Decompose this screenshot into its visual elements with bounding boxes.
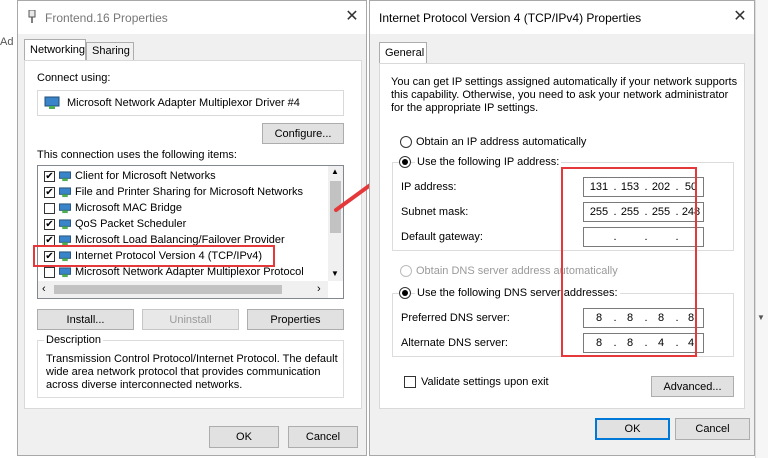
connection-properties-dialog: Frontend.16 Properties ✕ Networking Shar… [17, 0, 367, 456]
list-horizontal-scrollbar[interactable]: ‹ › [38, 281, 328, 298]
right-titlebar: Internet Protocol Version 4 (TCP/IPv4) P… [370, 1, 754, 34]
item-checkbox[interactable]: ✔ [44, 171, 55, 182]
items-label: This connection uses the following items… [37, 149, 237, 161]
list-item[interactable]: ✔ File and Printer Sharing for Microsoft … [42, 185, 326, 201]
left-titlebar: Frontend.16 Properties ✕ [18, 1, 366, 34]
background-window-fragment: Ad [0, 36, 14, 48]
networking-panel: Connect using: Microsoft Network Adapter… [24, 60, 362, 409]
list-item[interactable]: Microsoft Network Adapter Multiplexor Pr… [42, 265, 326, 281]
validate-checkbox[interactable] [404, 376, 416, 388]
background-window-strip [755, 0, 768, 458]
item-checkbox[interactable] [44, 203, 55, 214]
install-button[interactable]: Install... [37, 309, 134, 330]
use-following-ip-radio[interactable] [399, 156, 411, 168]
uninstall-button: Uninstall [142, 309, 239, 330]
scroll-right-icon[interactable]: › [317, 283, 321, 295]
network-component-icon [59, 203, 71, 214]
right-ok-button[interactable]: OK [595, 418, 670, 440]
use-following-ip-label[interactable]: Use the following IP address: [415, 156, 562, 168]
network-component-icon [59, 219, 71, 230]
subnet-mask-label: Subnet mask: [401, 206, 469, 218]
right-cancel-button[interactable]: Cancel [675, 418, 750, 440]
configure-button[interactable]: Configure... [262, 123, 344, 144]
network-component-icon [59, 267, 71, 278]
connect-using-label: Connect using: [37, 72, 111, 84]
list-item[interactable]: ✔ QoS Packet Scheduler [42, 217, 326, 233]
description-group: Description Transmission Control Protoco… [37, 334, 344, 398]
alternate-dns-label: Alternate DNS server: [401, 337, 508, 349]
properties-button[interactable]: Properties [247, 309, 344, 330]
network-component-icon [59, 187, 71, 198]
obtain-ip-auto-radio[interactable] [400, 136, 412, 148]
advanced-button[interactable]: Advanced... [651, 376, 734, 397]
obtain-dns-auto-radio [400, 265, 412, 277]
network-title-icon [28, 10, 36, 23]
intro-line-1: You can get IP settings assigned automat… [391, 76, 738, 88]
list-item-label: File and Printer Sharing for Microsoft N… [75, 186, 304, 198]
list-item-label: Microsoft MAC Bridge [75, 202, 182, 214]
validate-label[interactable]: Validate settings upon exit [421, 376, 549, 388]
scroll-left-icon[interactable]: ‹ [42, 283, 46, 295]
tab-networking[interactable]: Networking [24, 39, 86, 61]
background-scroll-arrow: ▼ [757, 313, 765, 322]
description-line-3: across diverse interconnected networks. [46, 379, 243, 391]
network-component-icon [59, 171, 71, 182]
item-checkbox[interactable]: ✔ [44, 187, 55, 198]
list-item-label: Client for Microsoft Networks [75, 170, 216, 182]
components-list[interactable]: ✔ Client for Microsoft Networks ✔ File and … [37, 165, 344, 299]
tab-general[interactable]: General [379, 42, 427, 64]
ipv4-item-highlight [33, 245, 275, 267]
item-checkbox[interactable]: ✔ [44, 219, 55, 230]
ip-dns-fields-highlight [561, 167, 697, 357]
intro-line-2: this capability. Otherwise, you need to … [391, 89, 729, 101]
use-following-dns-radio[interactable] [399, 287, 411, 299]
description-label: Description [44, 334, 104, 346]
list-item-label: QoS Packet Scheduler [75, 218, 187, 230]
item-checkbox[interactable] [44, 267, 55, 278]
description-line-1: Transmission Control Protocol/Internet P… [46, 353, 338, 365]
ip-address-label: IP address: [401, 181, 457, 193]
preferred-dns-label: Preferred DNS server: [401, 312, 510, 324]
list-item[interactable]: Microsoft MAC Bridge [42, 201, 326, 217]
scroll-down-icon[interactable]: ▼ [331, 269, 339, 278]
left-ok-button[interactable]: OK [209, 426, 279, 448]
list-item-label: Microsoft Network Adapter Multiplexor Pr… [75, 266, 304, 278]
adapter-name: Microsoft Network Adapter Multiplexor Dr… [67, 97, 300, 109]
tab-sharing[interactable]: Sharing [86, 42, 134, 61]
description-line-2: wide area network protocol that provides… [46, 366, 321, 378]
hscroll-thumb[interactable] [54, 285, 282, 294]
left-close-icon[interactable]: ✕ [340, 5, 364, 29]
left-dialog-title: Frontend.16 Properties [45, 11, 168, 25]
left-cancel-button[interactable]: Cancel [288, 426, 358, 448]
default-gateway-label: Default gateway: [401, 231, 483, 243]
intro-line-3: for the appropriate IP settings. [391, 102, 539, 114]
adapter-icon [44, 96, 60, 109]
obtain-ip-auto-label[interactable]: Obtain an IP address automatically [416, 136, 586, 148]
list-item[interactable]: ✔ Client for Microsoft Networks [42, 169, 326, 185]
adapter-field: Microsoft Network Adapter Multiplexor Dr… [37, 90, 344, 116]
right-close-icon[interactable]: ✕ [728, 5, 752, 29]
right-dialog-title: Internet Protocol Version 4 (TCP/IPv4) P… [379, 11, 642, 25]
